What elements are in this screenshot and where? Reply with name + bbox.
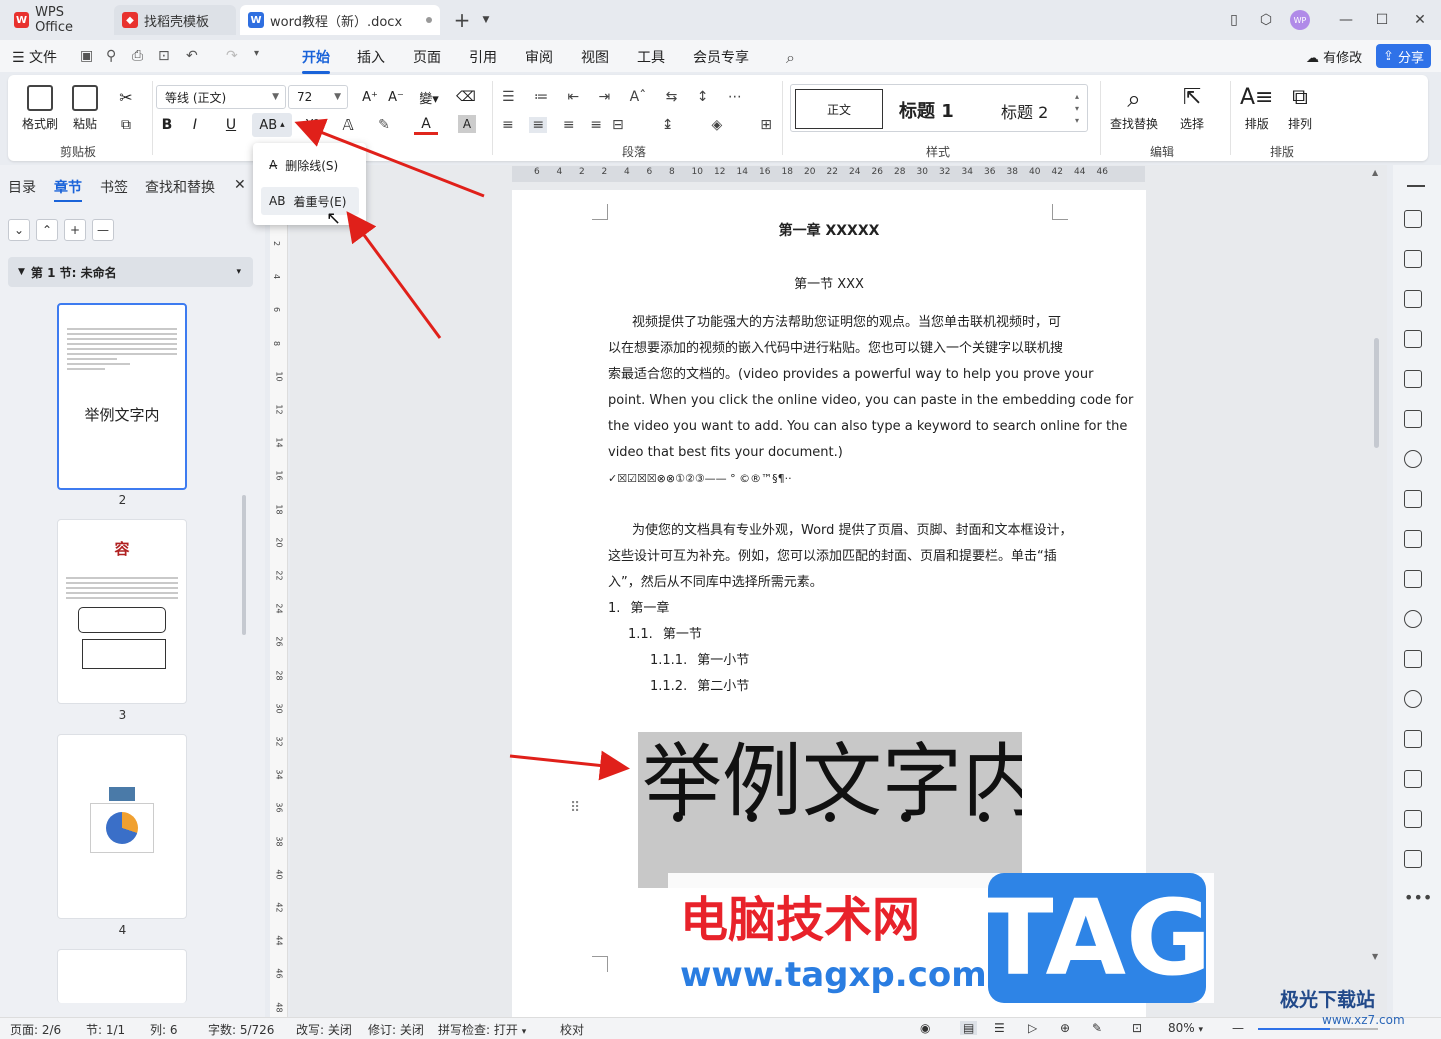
arrow-to-text (509, 750, 630, 781)
status-bar: 页面: 2/6 节: 1/1 列: 6 字数: 5/726 改写: 关闭 修订:… (0, 1017, 1441, 1039)
word-count[interactable]: 字数: 5/726 (208, 1021, 274, 1038)
web-view-icon[interactable]: ⊕ (1060, 1021, 1070, 1035)
zoom-value: 80% (1168, 1021, 1195, 1035)
arrow-to-menu-item (346, 211, 442, 339)
revision-status[interactable]: 修订: 关闭 (368, 1021, 424, 1038)
column-indicator[interactable]: 列: 6 (150, 1021, 178, 1038)
spell-check-label: 拼写检查: 打开 (438, 1023, 518, 1037)
spell-check-status[interactable]: 拼写检查: 打开 ▾ (438, 1021, 526, 1038)
pen-status-icon[interactable]: ✎ (1092, 1021, 1102, 1035)
overwrite-status[interactable]: 改写: 关闭 (296, 1021, 352, 1038)
section-indicator[interactable]: 节: 1/1 (86, 1021, 125, 1038)
fit-icon[interactable]: ⊡ (1132, 1021, 1142, 1035)
play-icon[interactable]: ▷ (1028, 1021, 1037, 1035)
outline-view-icon[interactable]: ☰ (994, 1021, 1005, 1035)
page-indicator[interactable]: 页面: 2/6 (10, 1021, 61, 1038)
eye-icon[interactable]: ◉ (920, 1021, 930, 1035)
zoom-slider[interactable] (1258, 1028, 1378, 1030)
proofread-button[interactable]: 校对 (560, 1021, 584, 1038)
site-logo-url: www.xz7.com (1322, 1013, 1405, 1027)
chevron-down-icon: ▾ (521, 1027, 527, 1037)
site-logo-text: 极光下载站 (1280, 989, 1376, 1011)
chevron-down-icon: ▾ (1198, 1025, 1204, 1035)
page-view-icon[interactable]: ▤ (960, 1021, 978, 1035)
zoom-slider-fill (1258, 1028, 1330, 1030)
zoom-level[interactable]: 80% ▾ (1168, 1021, 1203, 1035)
arrow-to-button (294, 118, 485, 198)
annotation-arrows (294, 118, 630, 781)
zoom-out-icon[interactable]: — (1232, 1021, 1244, 1035)
